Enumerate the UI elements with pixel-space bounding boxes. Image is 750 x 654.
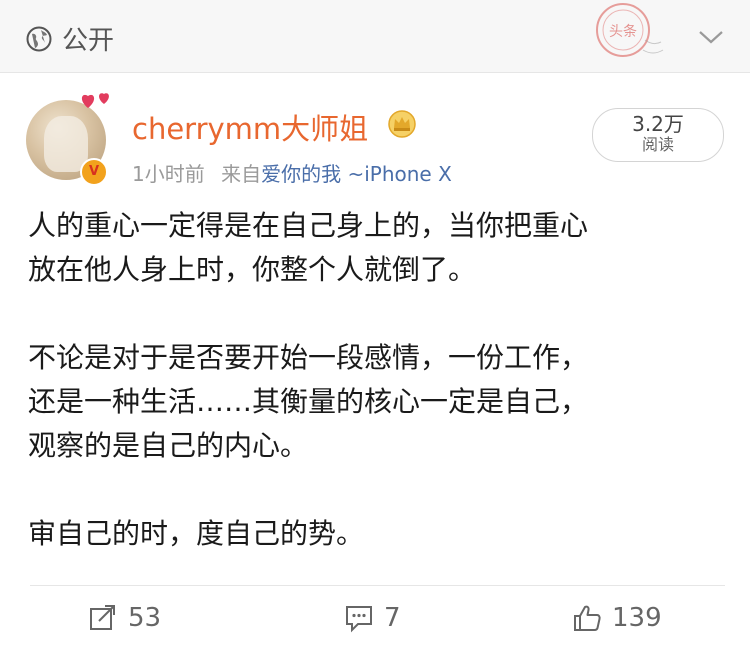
visibility-label: 公开 [62, 26, 115, 56]
comment-count: 7 [384, 603, 401, 633]
text-line: 审自己的时，度自己的势。 [28, 517, 365, 550]
paragraph: 人的重心一定得是在自己身上的，当你把重心 放在他人身上时，你整个人就倒了。 [28, 204, 728, 292]
headline-stamp-icon: 头条 [596, 3, 664, 57]
globe-icon [26, 26, 52, 52]
chevron-down-icon[interactable] [697, 27, 725, 47]
post-time: 1小时前 [132, 162, 205, 186]
text-line: 不论是对于是否要开始一段感情，一份工作， [28, 341, 589, 374]
like-button[interactable]: 139 [572, 600, 662, 636]
read-label: 阅读 [641, 135, 674, 154]
from-label: 来自 [221, 162, 262, 186]
read-count: 3.2万 [632, 112, 684, 136]
text-line: 观察的是自己的内心。 [28, 429, 309, 462]
thumbs-up-icon [574, 605, 601, 631]
source-link[interactable]: 爱你的我 ~iPhone X [261, 162, 452, 186]
read-count-badge: 3.2万 阅读 [592, 108, 724, 162]
paragraph: 审自己的时，度自己的势。 [28, 512, 728, 556]
post-meta: 1小时前 来自爱你的我 ~iPhone X [132, 158, 452, 187]
stamp-text: 头条 [609, 23, 637, 40]
repost-button[interactable]: 53 [88, 600, 161, 636]
hearts-icon [81, 93, 109, 108]
divider [30, 585, 725, 586]
text-line: 人的重心一定得是在自己身上的，当你把重心 [28, 209, 589, 242]
text-line: 还是一种生活……其衡量的核心一定是自己， [28, 385, 589, 418]
post-content: 人的重心一定得是在自己身上的，当你把重心 放在他人身上时，你整个人就倒了。 不论… [28, 204, 728, 600]
visibility-bar: 公开 头条 [0, 0, 750, 73]
comment-icon [346, 606, 372, 633]
like-count: 139 [612, 603, 662, 633]
verified-v-icon: V [88, 164, 100, 179]
username[interactable]: cherrymm大师姐 [132, 106, 368, 148]
share-icon [90, 605, 115, 630]
paragraph: 不论是对于是否要开始一段感情，一份工作， 还是一种生活……其衡量的核心一定是自己… [28, 336, 728, 468]
repost-count: 53 [128, 603, 162, 633]
comment-button[interactable]: 7 [344, 600, 401, 636]
verified-badge: V [80, 158, 108, 186]
crown-icon[interactable] [387, 109, 417, 139]
text-line: 放在他人身上时，你整个人就倒了。 [28, 253, 477, 286]
